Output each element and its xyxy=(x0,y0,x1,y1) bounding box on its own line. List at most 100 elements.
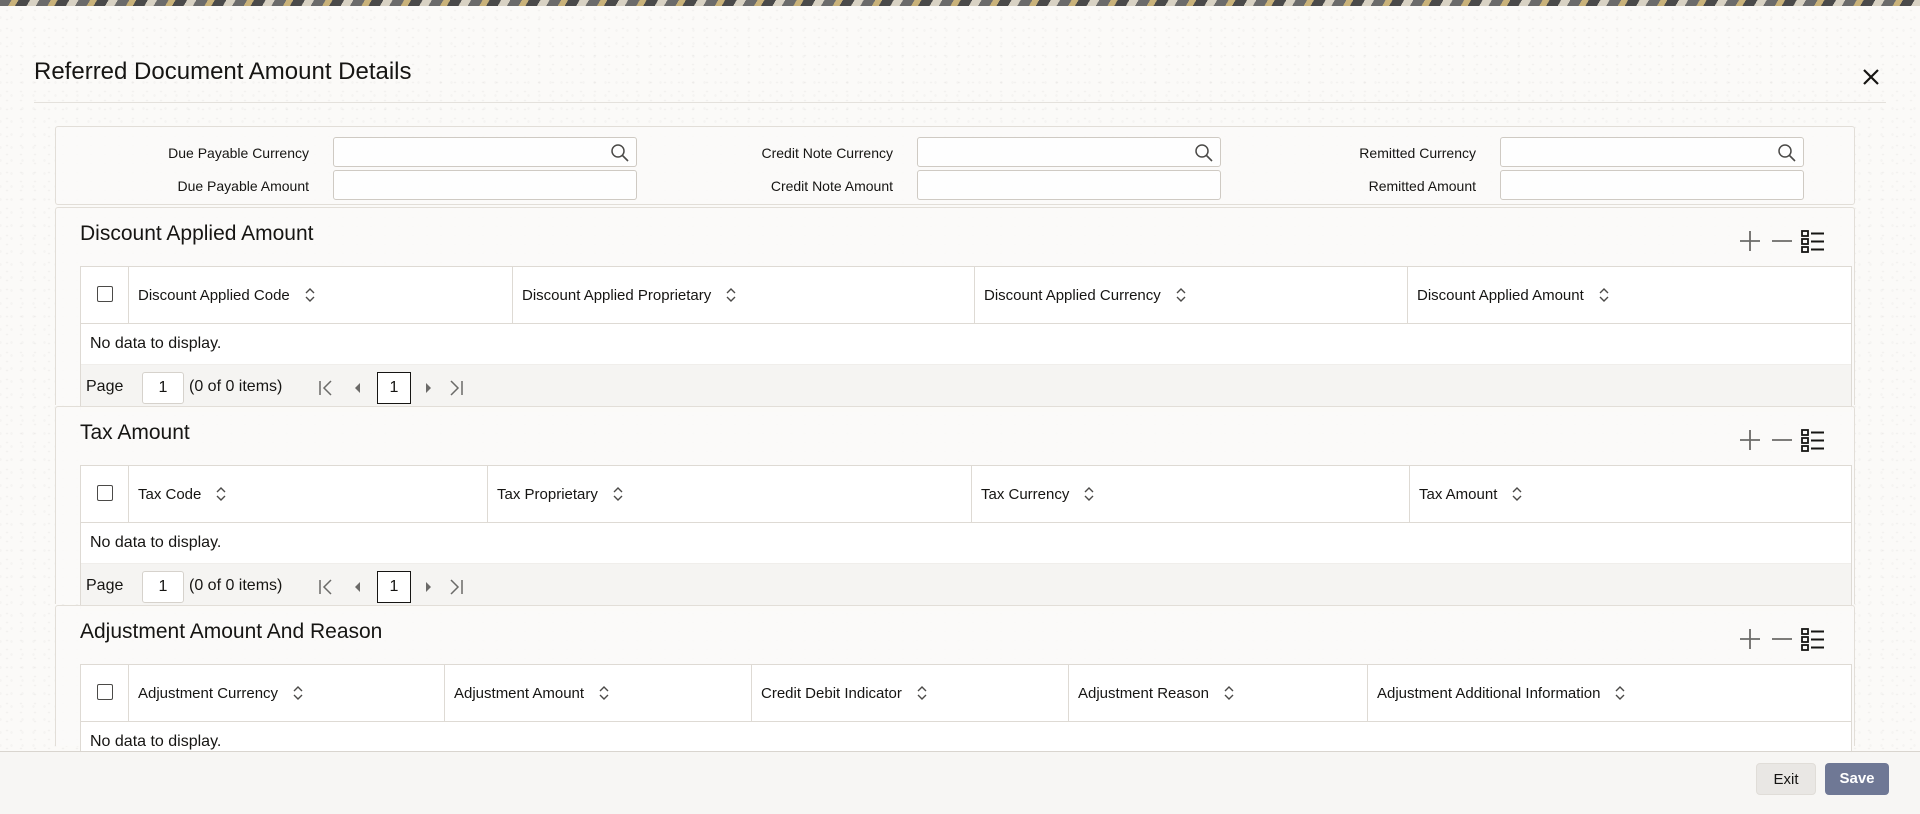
remitted-amount-field[interactable] xyxy=(1500,170,1804,200)
select-all-checkbox[interactable] xyxy=(97,485,113,501)
prev-page-icon[interactable] xyxy=(349,576,367,598)
sort-icon[interactable] xyxy=(215,486,227,502)
page-input[interactable]: 1 xyxy=(142,571,184,603)
page-label: Page xyxy=(86,378,124,395)
header-divider xyxy=(34,102,1886,103)
section-title: Adjustment Amount And Reason xyxy=(80,620,383,643)
search-icon[interactable] xyxy=(1777,143,1797,163)
discount-applied-grid: Discount Applied Code Discount Applied P… xyxy=(80,266,1852,412)
column-header[interactable]: Tax Proprietary xyxy=(488,466,972,522)
sort-icon[interactable] xyxy=(612,486,624,502)
sort-icon[interactable] xyxy=(1175,287,1187,303)
last-page-icon[interactable] xyxy=(447,576,465,598)
column-header[interactable]: Tax Currency xyxy=(972,466,1410,522)
column-header[interactable]: Discount Applied Code xyxy=(129,267,513,323)
pagination: Page 1 (0 of 0 items) 1 xyxy=(81,563,1851,611)
section-title: Discount Applied Amount xyxy=(80,222,314,245)
item-count: (0 of 0 items) xyxy=(189,577,283,594)
column-header[interactable]: Adjustment Reason xyxy=(1069,665,1368,721)
referred-document-amount-dialog: Referred Document Amount Details Due Pay… xyxy=(0,6,1920,814)
credit-note-amount-field[interactable] xyxy=(917,170,1221,200)
column-header[interactable]: Adjustment Currency xyxy=(129,665,445,721)
column-header[interactable]: Discount Applied Amount xyxy=(1408,267,1851,323)
section-title: Tax Amount xyxy=(80,421,190,444)
remitted-amount-input[interactable] xyxy=(1501,171,1803,199)
tax-amount-grid: Tax Code Tax Proprietary Tax Currency Ta… xyxy=(80,465,1852,611)
remitted-amount-label: Remitted Amount xyxy=(1368,178,1476,194)
pagination: Page 1 (0 of 0 items) 1 xyxy=(81,364,1851,412)
credit-note-currency-field[interactable] xyxy=(917,137,1221,167)
sort-icon[interactable] xyxy=(1511,486,1523,502)
credit-note-currency-input[interactable] xyxy=(918,138,1220,166)
add-row-icon[interactable] xyxy=(1737,228,1763,254)
remove-row-icon[interactable] xyxy=(1769,427,1795,453)
remove-row-icon[interactable] xyxy=(1769,228,1795,254)
credit-note-currency-label: Credit Note Currency xyxy=(761,145,894,161)
search-icon[interactable] xyxy=(610,143,630,163)
select-all-cell xyxy=(81,466,129,522)
column-header[interactable]: Tax Code xyxy=(129,466,488,522)
sort-icon[interactable] xyxy=(1614,685,1626,701)
empty-message: No data to display. xyxy=(90,335,222,352)
column-header[interactable]: Discount Applied Proprietary xyxy=(513,267,975,323)
select-all-cell xyxy=(81,665,129,721)
due-payable-currency-label: Due Payable Currency xyxy=(168,145,309,161)
sort-icon[interactable] xyxy=(725,287,737,303)
discount-applied-section: Discount Applied Amount Discount Applied… xyxy=(55,207,1855,412)
credit-note-amount-label: Credit Note Amount xyxy=(770,178,893,194)
select-all-checkbox[interactable] xyxy=(97,684,113,700)
add-row-icon[interactable] xyxy=(1737,626,1763,652)
remitted-currency-input[interactable] xyxy=(1501,138,1803,166)
sort-icon[interactable] xyxy=(1223,685,1235,701)
due-payable-amount-field[interactable] xyxy=(333,170,637,200)
next-page-icon[interactable] xyxy=(419,377,437,399)
prev-page-icon[interactable] xyxy=(349,377,367,399)
sort-icon[interactable] xyxy=(1598,287,1610,303)
column-header[interactable]: Tax Amount xyxy=(1410,466,1851,522)
item-count: (0 of 0 items) xyxy=(189,378,283,395)
column-header[interactable]: Discount Applied Currency xyxy=(975,267,1408,323)
adjustment-amount-section: Adjustment Amount And Reason Adjustment … xyxy=(55,605,1855,754)
dialog-footer: Exit Save xyxy=(0,751,1920,814)
sort-icon[interactable] xyxy=(1083,486,1095,502)
close-icon[interactable] xyxy=(1856,62,1886,92)
current-page-button[interactable]: 1 xyxy=(377,571,411,603)
current-page-button[interactable]: 1 xyxy=(377,372,411,404)
exit-button[interactable]: Exit xyxy=(1756,763,1816,795)
page-label: Page xyxy=(86,577,124,594)
first-page-icon[interactable] xyxy=(317,377,335,399)
page-input[interactable]: 1 xyxy=(142,372,184,404)
sort-icon[interactable] xyxy=(598,685,610,701)
remitted-currency-label: Remitted Currency xyxy=(1359,145,1476,161)
grid-header: Discount Applied Code Discount Applied P… xyxy=(81,267,1851,324)
search-icon[interactable] xyxy=(1194,143,1214,163)
save-button[interactable]: Save xyxy=(1825,763,1889,795)
grid-header: Adjustment Currency Adjustment Amount Cr… xyxy=(81,665,1851,722)
first-page-icon[interactable] xyxy=(317,576,335,598)
column-header[interactable]: Adjustment Additional Information xyxy=(1368,665,1851,721)
adjustment-grid: Adjustment Currency Adjustment Amount Cr… xyxy=(80,664,1852,754)
column-header[interactable]: Credit Debit Indicator xyxy=(752,665,1069,721)
sort-icon[interactable] xyxy=(292,685,304,701)
next-page-icon[interactable] xyxy=(419,576,437,598)
due-payable-currency-field[interactable] xyxy=(333,137,637,167)
dialog-title: Referred Document Amount Details xyxy=(34,58,412,85)
list-view-icon[interactable] xyxy=(1800,228,1826,254)
remitted-currency-field[interactable] xyxy=(1500,137,1804,167)
due-payable-currency-input[interactable] xyxy=(334,138,636,166)
list-view-icon[interactable] xyxy=(1800,427,1826,453)
remove-row-icon[interactable] xyxy=(1769,626,1795,652)
empty-message: No data to display. xyxy=(90,534,222,551)
last-page-icon[interactable] xyxy=(447,377,465,399)
amount-fields-panel: Due Payable Currency Due Payable Amount … xyxy=(55,126,1855,205)
sort-icon[interactable] xyxy=(916,685,928,701)
list-view-icon[interactable] xyxy=(1800,626,1826,652)
select-all-checkbox[interactable] xyxy=(97,286,113,302)
credit-note-amount-input[interactable] xyxy=(918,171,1220,199)
sort-icon[interactable] xyxy=(304,287,316,303)
tax-amount-section: Tax Amount Tax Code Tax Proprietary Tax … xyxy=(55,406,1855,611)
due-payable-amount-input[interactable] xyxy=(334,171,636,199)
grid-header: Tax Code Tax Proprietary Tax Currency Ta… xyxy=(81,466,1851,523)
column-header[interactable]: Adjustment Amount xyxy=(445,665,752,721)
add-row-icon[interactable] xyxy=(1737,427,1763,453)
